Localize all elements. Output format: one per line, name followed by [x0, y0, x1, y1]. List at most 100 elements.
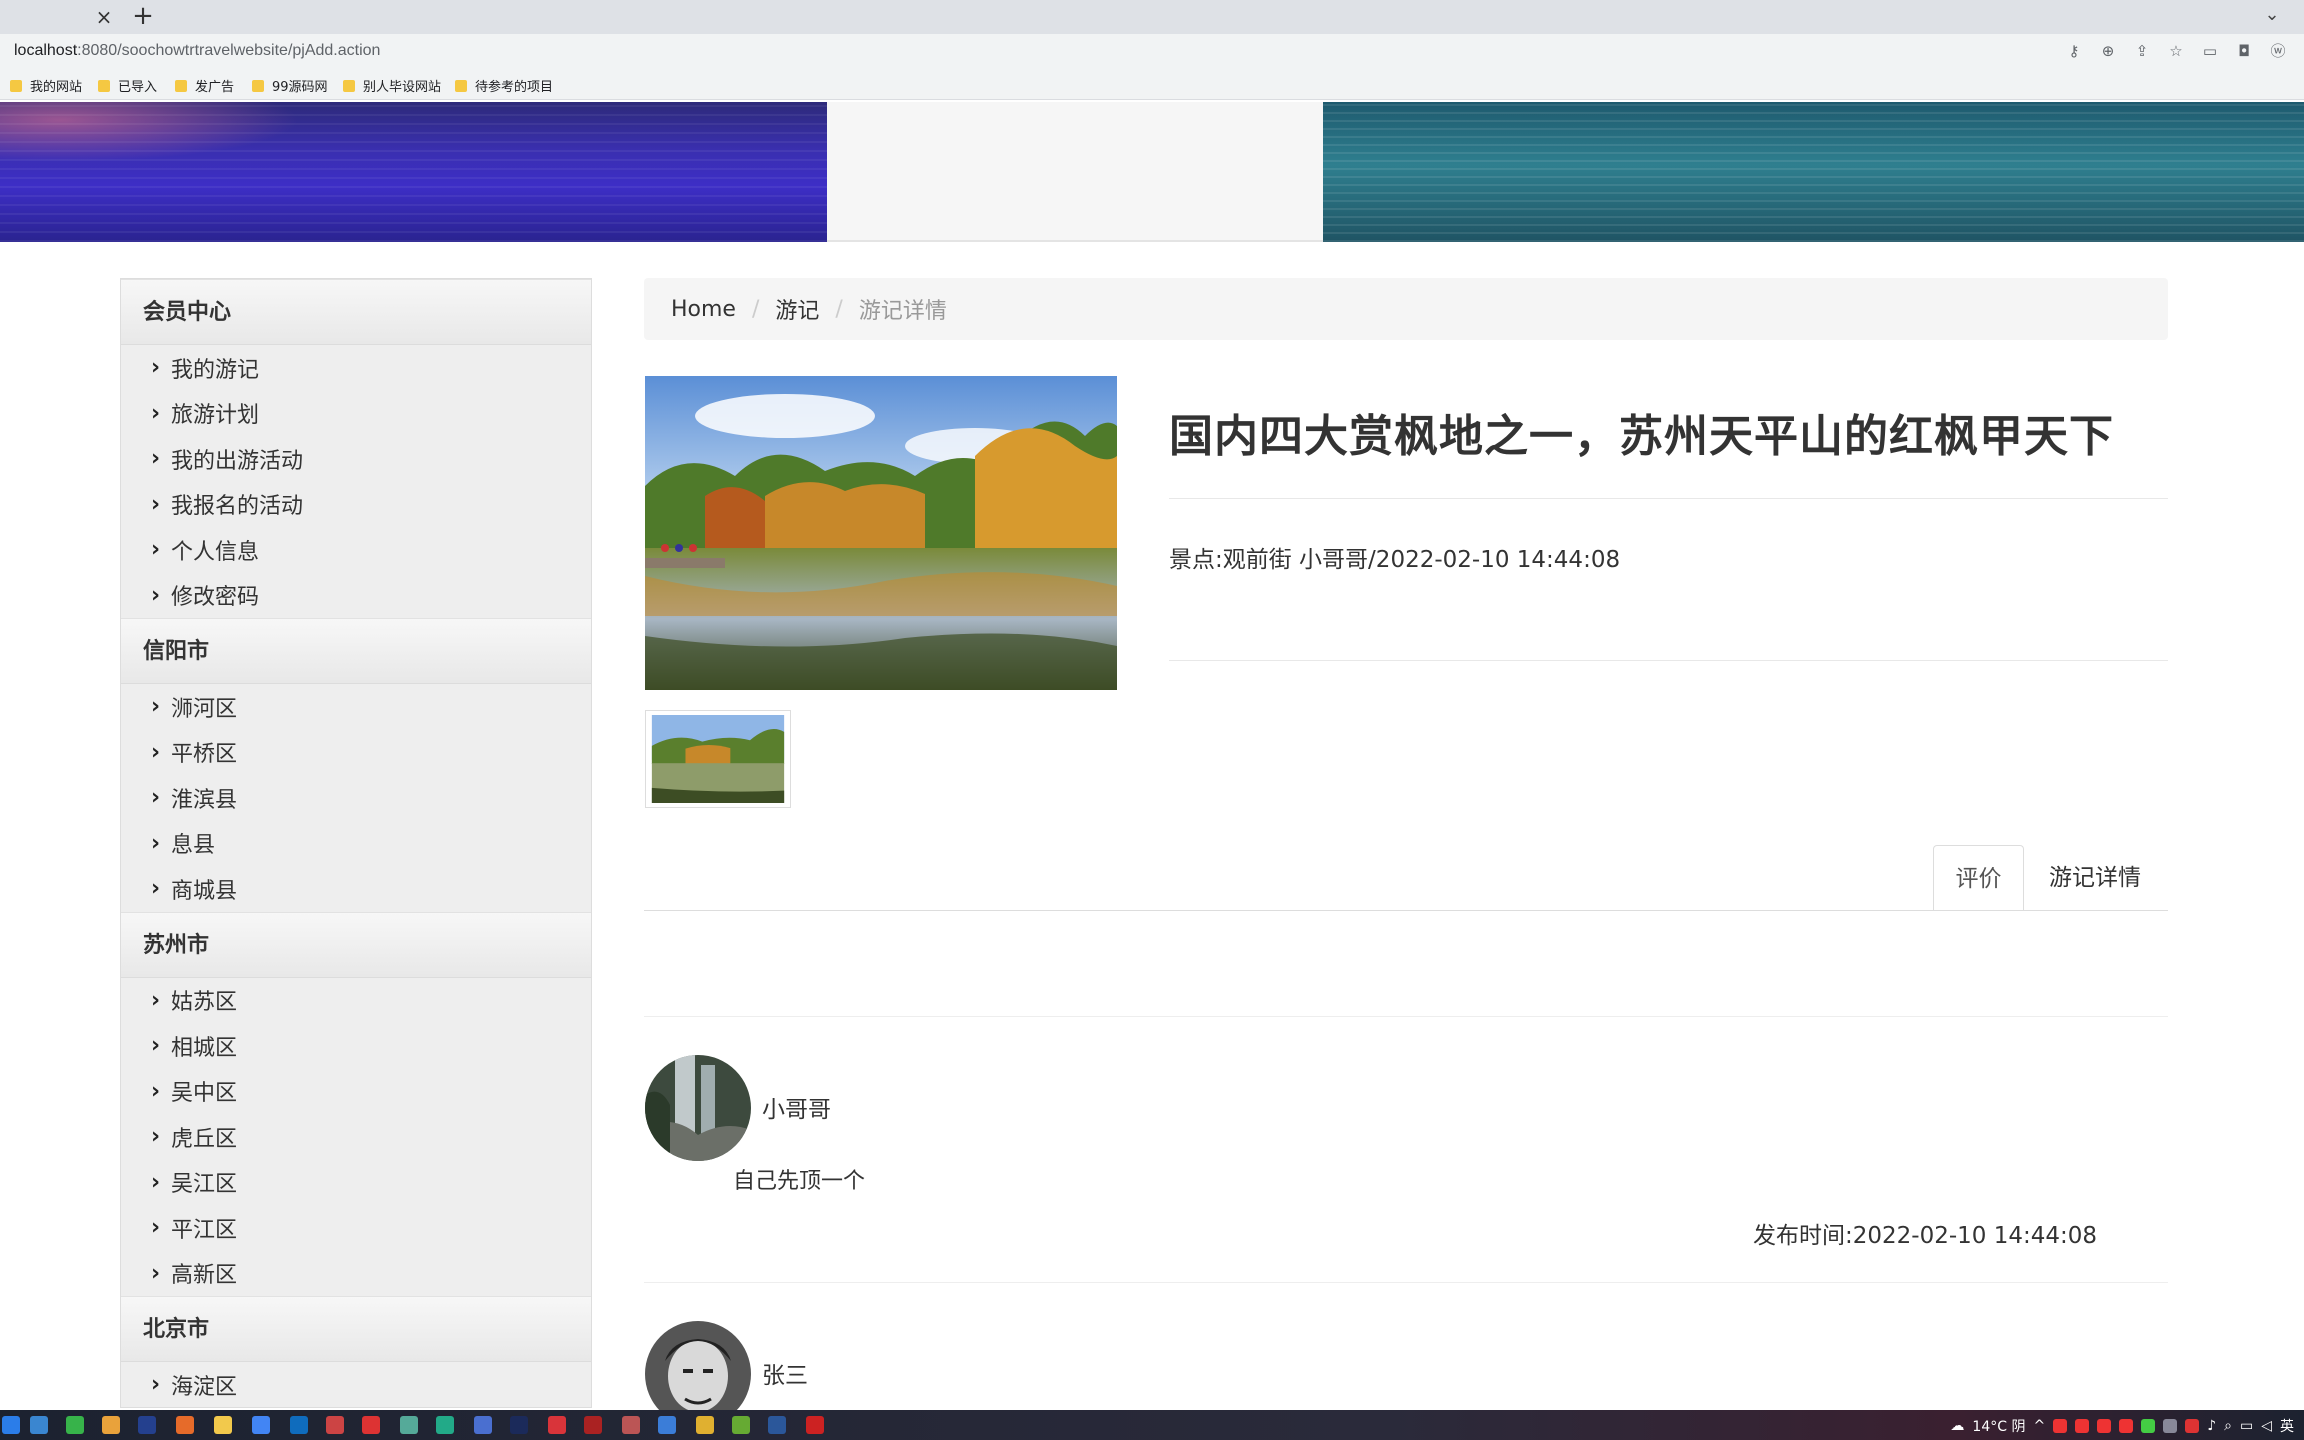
bookmark-label: 别人毕设网站 — [363, 80, 442, 95]
sidebar-item[interactable]: › 旅游计划 — [121, 391, 591, 437]
address-bar[interactable]: localhost:8080/soochowtrtravelwebsite/pj… — [0, 34, 2304, 68]
app-tray-icon[interactable] — [2163, 1419, 2178, 1433]
divider — [644, 1282, 2168, 1283]
bookmark-folder[interactable]: 别人毕设网站 — [343, 76, 441, 95]
chevron-right-icon: › — [151, 537, 161, 563]
star-icon[interactable]: ☆ — [2166, 41, 2186, 61]
sidebar-item-label: 吴中区 — [171, 1081, 238, 1107]
breadcrumb: Home / 游记 / 游记详情 — [644, 278, 2168, 340]
sidebar-item[interactable]: › 海淀区 — [121, 1362, 591, 1407]
bookmark-folder[interactable]: 已导入 — [98, 76, 157, 95]
photo-thumbnail[interactable] — [645, 710, 791, 808]
sidebar-item[interactable]: › 吴江区 — [121, 1160, 591, 1206]
app-icon[interactable] — [510, 1416, 528, 1434]
ime-indicator[interactable]: 英 — [2280, 1416, 2294, 1436]
banner-image-right — [1323, 102, 2304, 242]
chevron-right-icon: › — [151, 1169, 161, 1195]
sidebar-item[interactable]: › 商城县 — [121, 866, 591, 912]
sidebar-item-label: 我报名的活动 — [171, 494, 304, 520]
qq-icon[interactable] — [2075, 1419, 2090, 1433]
sidebar-item[interactable]: › 个人信息 — [121, 527, 591, 573]
sidepanel-icon[interactable]: ▭ — [2200, 41, 2220, 61]
app-icon[interactable] — [290, 1416, 308, 1434]
breadcrumb-section-link[interactable]: 游记 — [775, 293, 819, 325]
avatar — [645, 1055, 751, 1161]
qq-icon[interactable] — [2053, 1419, 2068, 1433]
app-icon[interactable] — [622, 1416, 640, 1434]
tab-detail[interactable]: 游记详情 — [2025, 845, 2165, 911]
article-meta: 景点:观前街 小哥哥/2022-02-10 14:44:08 — [1169, 547, 1621, 573]
new-tab-icon[interactable]: + — [130, 3, 156, 29]
sidebar-item[interactable]: › 淮滨县 — [121, 775, 591, 821]
qq-icon[interactable] — [2097, 1419, 2112, 1433]
app-icon[interactable] — [474, 1416, 492, 1434]
bookmark-folder[interactable]: 99源码网 — [252, 76, 328, 95]
qq-icon[interactable] — [2119, 1419, 2134, 1433]
tabs-underline — [644, 910, 2168, 911]
app-icon[interactable] — [30, 1416, 48, 1434]
sidebar-item[interactable]: › 虎丘区 — [121, 1114, 591, 1160]
windows-taskbar: ☁ 14°C 阴 ^ ♪ ⌕ ▭ ◁ 英 — [0, 1410, 2304, 1440]
search-icon[interactable]: ⌕ — [2224, 1418, 2232, 1434]
start-icon[interactable] — [2, 1416, 20, 1434]
sidebar-item-label: 淮滨县 — [171, 787, 238, 813]
microphone-icon[interactable]: ♪ — [2207, 1418, 2216, 1434]
bookmark-folder[interactable]: 待参考的项目 — [455, 76, 553, 95]
browser-icon[interactable] — [252, 1416, 270, 1434]
sidebar-item[interactable]: › 修改密码 — [121, 573, 591, 619]
app-tray-icon[interactable] — [2185, 1419, 2200, 1433]
profile-icon[interactable]: ⓦ — [2268, 41, 2288, 61]
screenshot-icon[interactable]: ◘ — [2234, 41, 2254, 61]
breadcrumb-current: 游记详情 — [858, 299, 947, 324]
sidebar-item[interactable]: › 我的出游活动 — [121, 436, 591, 482]
bookmark-folder[interactable]: 发广告 — [175, 76, 234, 95]
word-icon[interactable] — [768, 1416, 786, 1434]
url-field[interactable]: localhost:8080/soochowtrtravelwebsite/pj… — [14, 42, 380, 60]
sidebar-item-label: 息县 — [171, 833, 216, 859]
app-icon[interactable] — [362, 1416, 380, 1434]
key-icon[interactable]: ⚷ — [2064, 41, 2084, 61]
folder-icon[interactable] — [214, 1416, 232, 1434]
sidebar-item[interactable]: › 高新区 — [121, 1251, 591, 1297]
sidebar-item[interactable]: › 我的游记 — [121, 345, 591, 391]
sidebar-item-label: 旅游计划 — [171, 403, 260, 429]
sidebar-item[interactable]: › 吴中区 — [121, 1069, 591, 1115]
app-icon[interactable] — [584, 1416, 602, 1434]
close-tab-icon[interactable]: × — [92, 5, 116, 29]
chevron-right-icon: › — [151, 400, 161, 426]
breadcrumb-home-link[interactable]: Home — [671, 297, 736, 322]
weather-text[interactable]: 14°C 阴 — [1972, 1416, 2025, 1436]
sidebar-item[interactable]: › 相城区 — [121, 1023, 591, 1069]
tab-search-chevron-icon[interactable]: ⌄ — [2260, 4, 2284, 28]
app-icon[interactable] — [326, 1416, 344, 1434]
app-icon[interactable] — [548, 1416, 566, 1434]
sidebar-item-label: 平桥区 — [171, 742, 238, 768]
app-icon[interactable] — [400, 1416, 418, 1434]
share-icon[interactable]: ⇪ — [2132, 41, 2152, 61]
tab-review[interactable]: 评价 — [1933, 845, 2024, 911]
sidebar-item[interactable]: › 平江区 — [121, 1205, 591, 1251]
volume-icon[interactable]: ◁ — [2261, 1418, 2272, 1434]
app-icon[interactable] — [806, 1416, 824, 1434]
app-icon[interactable] — [138, 1416, 156, 1434]
app-icon[interactable] — [658, 1416, 676, 1434]
sidebar-item[interactable]: › 我报名的活动 — [121, 482, 591, 528]
network-icon[interactable]: ▭ — [2240, 1418, 2253, 1434]
chevron-right-icon: › — [151, 1260, 161, 1286]
app-icon[interactable] — [732, 1416, 750, 1434]
sidebar-item[interactable]: › 姑苏区 — [121, 978, 591, 1024]
wechat-tray-icon[interactable] — [2141, 1419, 2156, 1433]
comment-time: 发布时间:2022-02-10 14:44:08 — [1753, 1223, 2098, 1249]
weather-cloud-icon: ☁ — [1950, 1418, 1965, 1434]
sidebar-item[interactable]: › 息县 — [121, 821, 591, 867]
app-icon[interactable] — [176, 1416, 194, 1434]
app-icon[interactable] — [696, 1416, 714, 1434]
sidebar-item[interactable]: › 平桥区 — [121, 730, 591, 776]
app-icon[interactable] — [436, 1416, 454, 1434]
zoom-icon[interactable]: ⊕ — [2098, 41, 2118, 61]
tray-arrow-icon[interactable]: ^ — [2033, 1418, 2045, 1434]
wechat-icon[interactable] — [66, 1416, 84, 1434]
bookmark-folder[interactable]: 我的网站 — [10, 76, 82, 95]
chrome-icon[interactable] — [102, 1416, 120, 1434]
sidebar-item[interactable]: › 浉河区 — [121, 684, 591, 730]
